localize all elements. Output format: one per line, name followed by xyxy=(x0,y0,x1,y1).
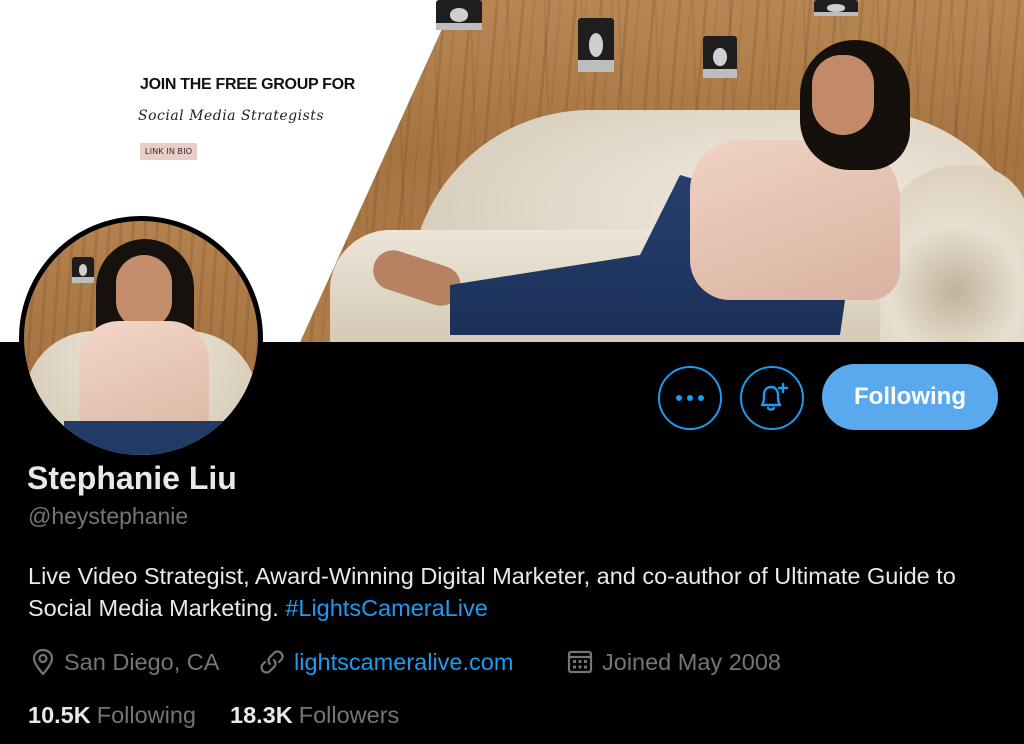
promo-link-tag: LINK IN BIO xyxy=(140,143,198,160)
following-stat-link[interactable]: 10.5K Following xyxy=(28,702,196,729)
profile-handle: @heystephanie xyxy=(28,503,189,529)
location-text: San Diego, CA xyxy=(64,648,220,675)
website-link[interactable]: lightscameralive.com xyxy=(294,649,513,676)
camera-decoration xyxy=(703,36,737,78)
joined-text: Joined May 2008 xyxy=(602,648,781,675)
following-button[interactable]: Following xyxy=(822,364,998,430)
followers-label: Followers xyxy=(298,702,400,728)
promo-script-text: Social Media Strategists xyxy=(138,108,325,124)
avatar[interactable] xyxy=(19,216,263,460)
followers-stat-link[interactable]: 18.3K Followers xyxy=(230,702,399,729)
calendar-icon xyxy=(567,650,593,674)
profile-bio: Live Video Strategist, Award-Winning Dig… xyxy=(28,560,1008,624)
profile-joined-date: Joined May 2008 xyxy=(566,646,781,678)
camera-decoration xyxy=(436,0,482,30)
profile-name: Stephanie Liu xyxy=(27,460,237,496)
bio-text: Live Video Strategist, Award-Winning Dig… xyxy=(28,563,956,621)
avatar-photo xyxy=(24,221,258,455)
location-pin-icon xyxy=(32,648,54,676)
followers-count: 18.3K xyxy=(230,702,293,728)
link-icon xyxy=(260,650,284,674)
avatar-face xyxy=(116,255,172,329)
profile-location: San Diego, CA xyxy=(30,646,219,678)
more-options-button[interactable] xyxy=(658,366,722,430)
more-horizontal-icon xyxy=(676,395,704,401)
profile-website[interactable]: lightscameralive.com xyxy=(258,646,513,678)
bio-hashtag-link[interactable]: #LightsCameraLive xyxy=(285,595,487,621)
following-count: 10.5K xyxy=(28,702,91,728)
person-face xyxy=(812,55,874,135)
camera-decoration xyxy=(578,18,614,72)
avatar-jeans xyxy=(64,421,224,455)
camera-decoration xyxy=(72,257,94,283)
bell-plus-icon xyxy=(760,382,789,411)
notifications-button[interactable] xyxy=(740,366,804,430)
promo-title: JOIN THE FREE GROUP FOR xyxy=(140,76,356,93)
profile-stats: 10.5K Following 18.3K Followers xyxy=(28,702,433,729)
camera-decoration xyxy=(814,0,858,17)
following-label: Following xyxy=(96,702,196,728)
sofa-arm xyxy=(880,165,1024,342)
